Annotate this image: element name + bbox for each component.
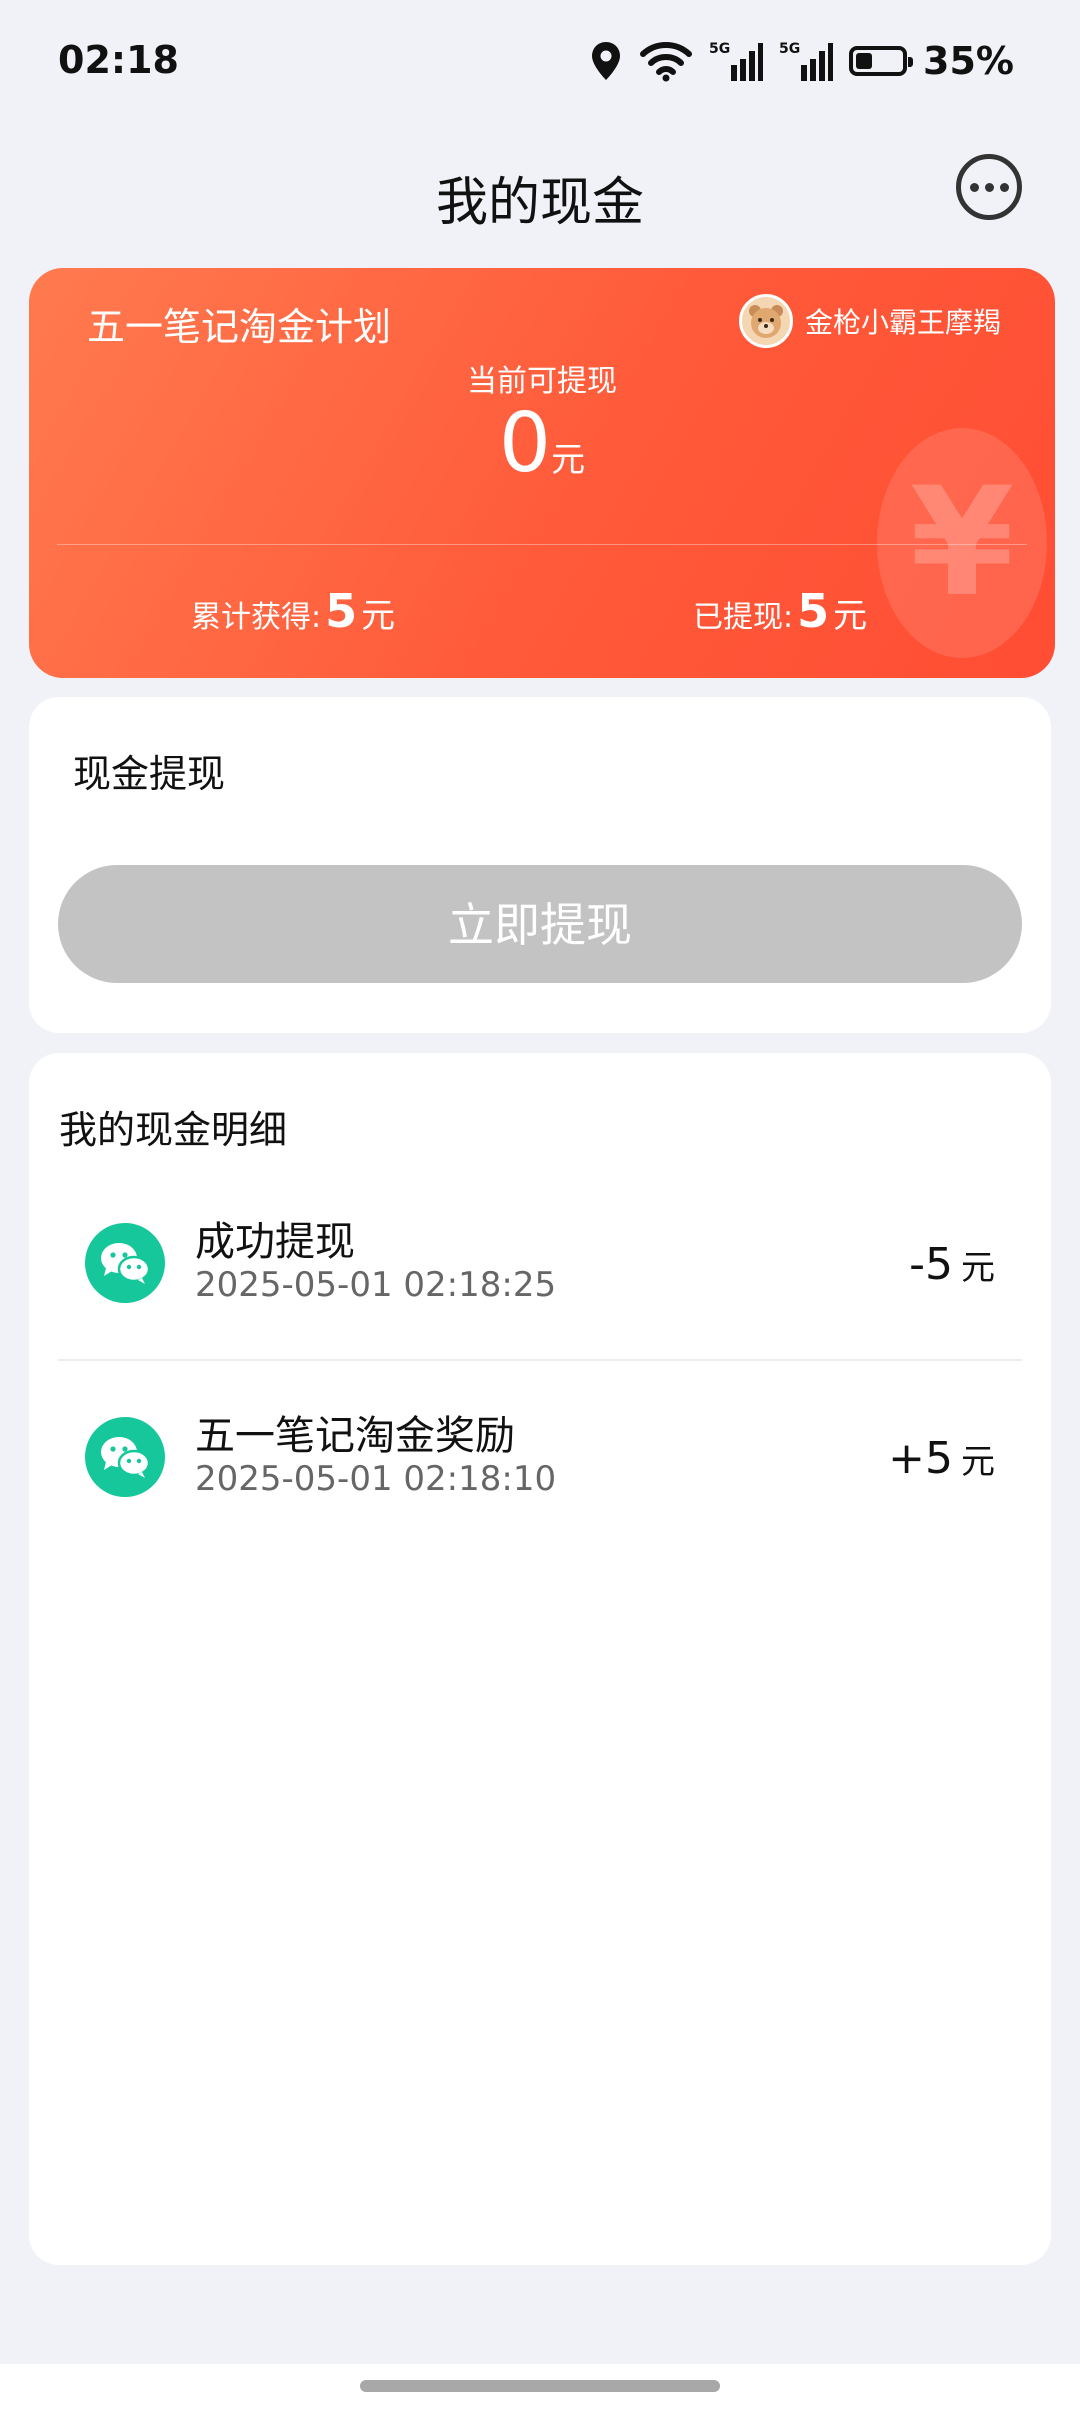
- withdrawn-label: 已提现:: [693, 600, 794, 635]
- transaction-time: 2025-05-01 02:18:25: [195, 1265, 557, 1305]
- details-title: 我的现金明细: [59, 1108, 288, 1152]
- campaign-title: 五一笔记淘金计划: [87, 305, 392, 349]
- transaction-amount: -5 元: [909, 1239, 995, 1290]
- total-earned-unit: 元: [361, 596, 396, 636]
- wifi-icon: [640, 42, 693, 82]
- status-icons: 5G 5G 35%: [589, 34, 1014, 88]
- more-icon: [969, 182, 979, 192]
- transaction-title: 五一笔记淘金奖励: [195, 1413, 515, 1459]
- status-time: 02:18: [58, 38, 179, 82]
- total-earned-value: 5: [325, 584, 358, 638]
- transaction-amount: +5 元: [888, 1433, 995, 1484]
- page-title: 我的现金: [435, 173, 644, 233]
- header: 我的现金: [0, 140, 1080, 250]
- owner-badge: 金枪小霸王摩羯: [738, 294, 1001, 348]
- withdrawn-unit: 元: [833, 596, 868, 636]
- transaction-amount-value: -5: [909, 1239, 953, 1290]
- transaction-amount-unit: 元: [961, 1442, 995, 1482]
- transaction-time: 2025-05-01 02:18:10: [195, 1459, 557, 1499]
- available-label: 当前可提现: [467, 364, 617, 399]
- available-amount-unit: 元: [551, 440, 586, 480]
- avatar: [738, 294, 793, 348]
- svg-text:5G: 5G: [779, 41, 800, 57]
- 5g-signal-icon: 5G: [709, 41, 764, 81]
- status-bar: 02:18 5G 5G 35%: [0, 0, 1080, 120]
- wechat-icon: [85, 1223, 165, 1303]
- withdraw-panel: 现金提现 立即提现: [29, 697, 1051, 1033]
- battery-percent: 35%: [923, 39, 1014, 83]
- svg-text:5G: 5G: [709, 41, 730, 57]
- total-earned-label: 累计获得:: [191, 600, 322, 635]
- transaction-amount-value: +5: [888, 1433, 953, 1484]
- location-icon: [592, 42, 621, 80]
- owner-name: 金枪小霸王摩羯: [804, 306, 1001, 339]
- row-divider: [58, 1359, 1022, 1361]
- navigation-bar: [0, 2364, 1080, 2412]
- wechat-icon: [85, 1417, 165, 1497]
- 5g-signal-icon: 5G: [779, 41, 834, 81]
- home-indicator[interactable]: [360, 2380, 720, 2392]
- card-divider: [57, 544, 1027, 545]
- cash-card: ¥ 五一笔记淘金计划 金枪小霸王摩羯 当前可提现 0元 累计获得: 5 元 已提…: [29, 268, 1055, 678]
- withdraw-now-button[interactable]: 立即提现: [58, 865, 1022, 983]
- available-amount-value: 0: [498, 396, 552, 491]
- withdraw-title: 现金提现: [73, 752, 226, 796]
- total-earned: 累计获得: 5 元: [191, 584, 395, 638]
- bear-avatar-icon: [748, 305, 783, 338]
- transaction-row[interactable]: 五一笔记淘金奖励 2025-05-01 02:18:10 +5 元: [29, 1397, 1051, 1587]
- withdrawn: 已提现: 5 元: [693, 584, 867, 638]
- more-button[interactable]: [956, 154, 1022, 220]
- transaction-title: 成功提现: [195, 1219, 355, 1265]
- transaction-amount-unit: 元: [961, 1248, 995, 1288]
- available-amount: 0元: [29, 396, 1055, 491]
- battery-icon: [849, 46, 914, 76]
- cash-details-panel: 我的现金明细 成功提现 2025-05-01 02:18:25 -5 元 五一笔…: [29, 1053, 1051, 2265]
- withdrawn-value: 5: [797, 584, 830, 638]
- transaction-row[interactable]: 成功提现 2025-05-01 02:18:25 -5 元: [29, 1203, 1051, 1393]
